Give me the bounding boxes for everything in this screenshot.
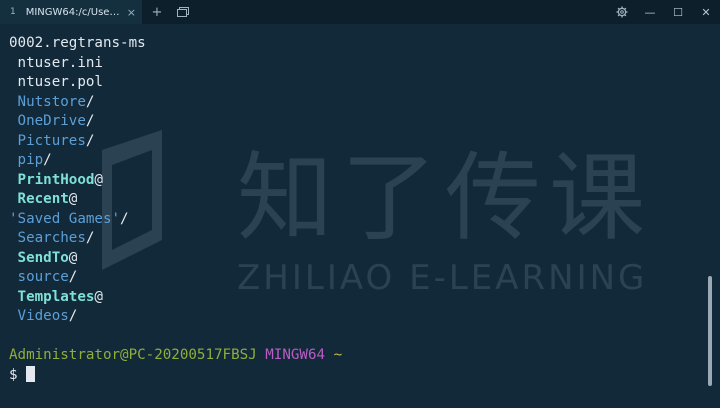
file-entry-suffix: / [85,113,95,129]
terminal-output[interactable]: 0002.regtrans-ms ntuser.ini ntuser.pol N… [0,24,706,408]
tab-mingw64[interactable]: 1 MINGW64:/c/Users/Ad... × [0,0,142,24]
file-entry-suffix: @ [68,191,78,207]
file-entry-name: Nutstore [17,93,86,110]
terminal-line: ntuser.pol [9,73,706,93]
terminal-line: Recent@ [9,190,706,210]
text-cursor [26,365,36,382]
terminal-line: OneDrive/ [9,112,706,132]
file-entry-suffix: @ [68,249,78,266]
file-entry-name: pip [17,152,44,168]
command-input-line[interactable]: $ [9,365,706,386]
file-entry-name: source [17,269,69,285]
title-bar: 1 MINGW64:/c/Users/Ad... × + [0,0,720,24]
terminal-line: pip/ [9,151,706,171]
file-entry-name: 'Saved Games' [9,210,121,227]
terminal-line: 0002.regtrans-ms [9,34,706,54]
tab-number: 1 [10,7,16,17]
tab-close-icon[interactable]: × [127,6,136,19]
minimize-button[interactable]: — [636,0,664,24]
file-entry-name: ntuser.ini [17,54,103,71]
file-entry-suffix: / [43,152,52,168]
settings-button[interactable] [608,0,636,24]
file-entry-suffix: / [85,230,95,246]
terminal-line: Pictures/ [9,132,706,152]
file-entry-name: Videos [17,308,69,324]
file-entry-suffix: @ [94,288,103,305]
file-entry-name: SendTo [17,249,69,266]
terminal-window: 1 MINGW64:/c/Users/Ad... × + [0,0,720,408]
terminal-line: PrintHood@ [9,171,706,191]
plus-icon: + [151,4,163,20]
file-entry-name: OneDrive [17,113,86,129]
file-entry-suffix: / [68,269,78,285]
terminal-line: Searches/ [9,229,706,249]
file-entry-suffix: / [120,210,129,227]
window-switcher-icon [177,7,189,17]
prompt-user-host: Administrator@PC-20200517FBSJ [9,347,257,363]
close-button[interactable]: ✕ [692,0,720,24]
file-entry-name: Pictures [17,132,86,149]
tab-title: MINGW64:/c/Users/Ad... [25,6,121,18]
terminal-line: Videos/ [9,307,706,327]
scrollbar-thumb[interactable] [708,276,712,386]
terminal-line: SendTo@ [9,249,706,269]
file-entry-name: PrintHood [17,171,95,188]
terminal-line: 'Saved Games'/ [9,210,706,230]
prompt-line: Administrator@PC-20200517FBSJ MINGW64 ~ [9,346,706,366]
prompt-cwd: ~ [333,347,343,363]
maximize-button[interactable]: ☐ [664,0,692,24]
file-entry-suffix: / [85,132,95,149]
terminal-line: source/ [9,268,706,288]
prompt-symbol: $ [9,366,18,383]
file-entry-name: ntuser.pol [17,74,103,90]
new-tab-button[interactable]: + [142,0,172,24]
file-entry-suffix: / [85,93,95,110]
terminal-line: Templates@ [9,288,706,308]
maximize-icon: ☐ [673,5,683,19]
file-entry-name: Searches [17,230,86,246]
close-icon: ✕ [701,5,711,19]
file-entry-name: 0002.regtrans-ms [9,35,146,51]
minimize-icon: — [644,5,656,19]
file-entry-name: Templates [17,288,95,305]
prompt-system: MINGW64 [265,347,326,363]
tab-switcher-button[interactable] [172,0,194,24]
file-entry-suffix: @ [94,171,103,188]
gear-icon [616,6,628,18]
terminal-line: ntuser.ini [9,54,706,74]
terminal-line: Nutstore/ [9,93,706,113]
file-entry-suffix: / [68,308,78,324]
file-entry-name: Recent [17,191,69,207]
